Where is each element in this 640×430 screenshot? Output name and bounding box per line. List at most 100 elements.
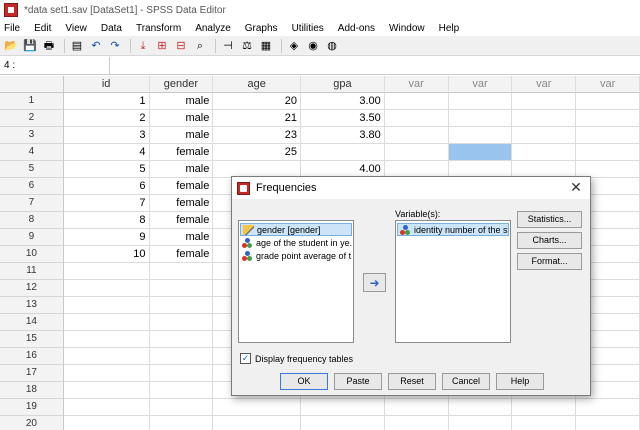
data-cell[interactable] [63,365,150,382]
data-cell[interactable]: 25 [213,144,302,161]
row-header[interactable]: 14 [0,314,64,331]
data-cell[interactable] [149,263,214,280]
move-variable-button[interactable]: ➜ [363,273,386,292]
data-cell[interactable]: 5 [63,161,150,178]
column-header[interactable]: var [576,76,640,93]
menu-analyze[interactable]: Analyze [195,23,231,34]
menu-transform[interactable]: Transform [136,23,181,34]
data-cell[interactable]: 3.50 [301,110,385,127]
data-cell[interactable] [448,399,513,416]
menu-data[interactable]: Data [101,23,122,34]
data-cell[interactable]: 10 [63,246,150,263]
ok-button[interactable]: OK [280,373,328,390]
redo-icon[interactable]: ↷ [107,38,123,54]
menu-edit[interactable]: Edit [34,23,51,34]
goto-case-icon[interactable]: ⤓ [135,38,151,54]
data-cell[interactable] [63,297,150,314]
undo-icon[interactable]: ↶ [88,38,104,54]
menu-help[interactable]: Help [439,23,460,34]
paste-button[interactable]: Paste [334,373,382,390]
data-cell[interactable]: male [149,161,214,178]
data-cell[interactable] [149,365,214,382]
data-cell[interactable]: 20 [213,93,302,110]
data-cell[interactable] [384,127,449,144]
data-cell[interactable]: male [149,110,214,127]
row-header[interactable]: 4 [0,144,64,161]
help-button[interactable]: Help [496,373,544,390]
row-header[interactable]: 3 [0,127,64,144]
data-cell[interactable]: male [149,229,214,246]
data-cell[interactable] [576,144,640,161]
statistics-button[interactable]: Statistics... [517,211,582,228]
column-header[interactable]: gpa [301,76,385,93]
menu-addons[interactable]: Add-ons [338,23,375,34]
data-cell[interactable]: 21 [213,110,302,127]
row-header[interactable]: 15 [0,331,64,348]
data-cell[interactable]: 1 [63,93,150,110]
data-cell[interactable] [150,416,214,430]
value-labels-icon[interactable]: ◈ [286,38,302,54]
row-header[interactable]: 7 [0,195,64,212]
row-header[interactable]: 10 [0,246,64,263]
data-cell[interactable] [385,416,449,430]
data-cell[interactable] [512,93,577,110]
data-cell[interactable]: 23 [213,127,302,144]
data-cell[interactable]: female [149,144,214,161]
data-cell[interactable] [448,144,513,161]
column-header[interactable]: id [63,76,150,93]
data-cell[interactable]: female [149,212,214,229]
cancel-button[interactable]: Cancel [442,373,490,390]
data-cell[interactable]: female [149,246,214,263]
data-cell[interactable] [149,348,214,365]
data-cell[interactable] [149,331,214,348]
select-cases-icon[interactable]: ▦ [258,38,274,54]
data-cell[interactable] [149,399,214,416]
row-header[interactable]: 13 [0,297,64,314]
weight-cases-icon[interactable]: ⚖ [239,38,255,54]
data-cell[interactable] [63,348,150,365]
data-cell[interactable] [512,416,577,430]
data-cell[interactable] [449,416,513,430]
print-icon[interactable]: 🖶 [41,38,57,54]
data-cell[interactable]: 9 [63,229,150,246]
find-icon[interactable]: ⌕ [192,38,208,54]
row-header[interactable]: 19 [0,399,64,416]
data-cell[interactable] [512,144,577,161]
data-cell[interactable] [63,331,150,348]
row-header[interactable]: 2 [0,110,64,127]
source-variable-item[interactable]: age of the student in ye... [240,236,352,249]
data-cell[interactable] [576,93,640,110]
data-cell[interactable]: 3 [63,127,150,144]
data-cell[interactable]: 2 [63,110,150,127]
target-variable-list[interactable]: identity number of the st... [395,220,511,343]
data-cell[interactable]: 3.80 [301,127,385,144]
data-cell[interactable] [448,93,513,110]
data-cell[interactable] [63,263,150,280]
row-header[interactable]: 5 [0,161,64,178]
dialog-recall-icon[interactable]: ▤ [69,38,85,54]
data-cell[interactable]: female [149,178,214,195]
data-cell[interactable] [384,110,449,127]
data-cell[interactable] [576,110,640,127]
data-cell[interactable] [448,127,513,144]
data-cell[interactable] [149,297,214,314]
data-cell[interactable] [384,144,449,161]
row-header[interactable]: 11 [0,263,64,280]
data-cell[interactable] [301,399,385,416]
data-cell[interactable]: female [149,195,214,212]
data-cell[interactable] [448,110,513,127]
column-header[interactable]: var [512,76,577,93]
row-header[interactable]: 9 [0,229,64,246]
menu-view[interactable]: View [65,23,87,34]
data-cell[interactable] [384,93,449,110]
row-header[interactable]: 6 [0,178,64,195]
row-header[interactable]: 20 [0,416,64,430]
row-header[interactable]: 17 [0,365,64,382]
data-cell[interactable] [63,399,150,416]
row-header[interactable]: 8 [0,212,64,229]
reset-button[interactable]: Reset [388,373,436,390]
data-cell[interactable] [301,144,385,161]
data-cell[interactable] [576,399,640,416]
data-cell[interactable] [512,399,577,416]
data-cell[interactable]: 3.00 [301,93,385,110]
